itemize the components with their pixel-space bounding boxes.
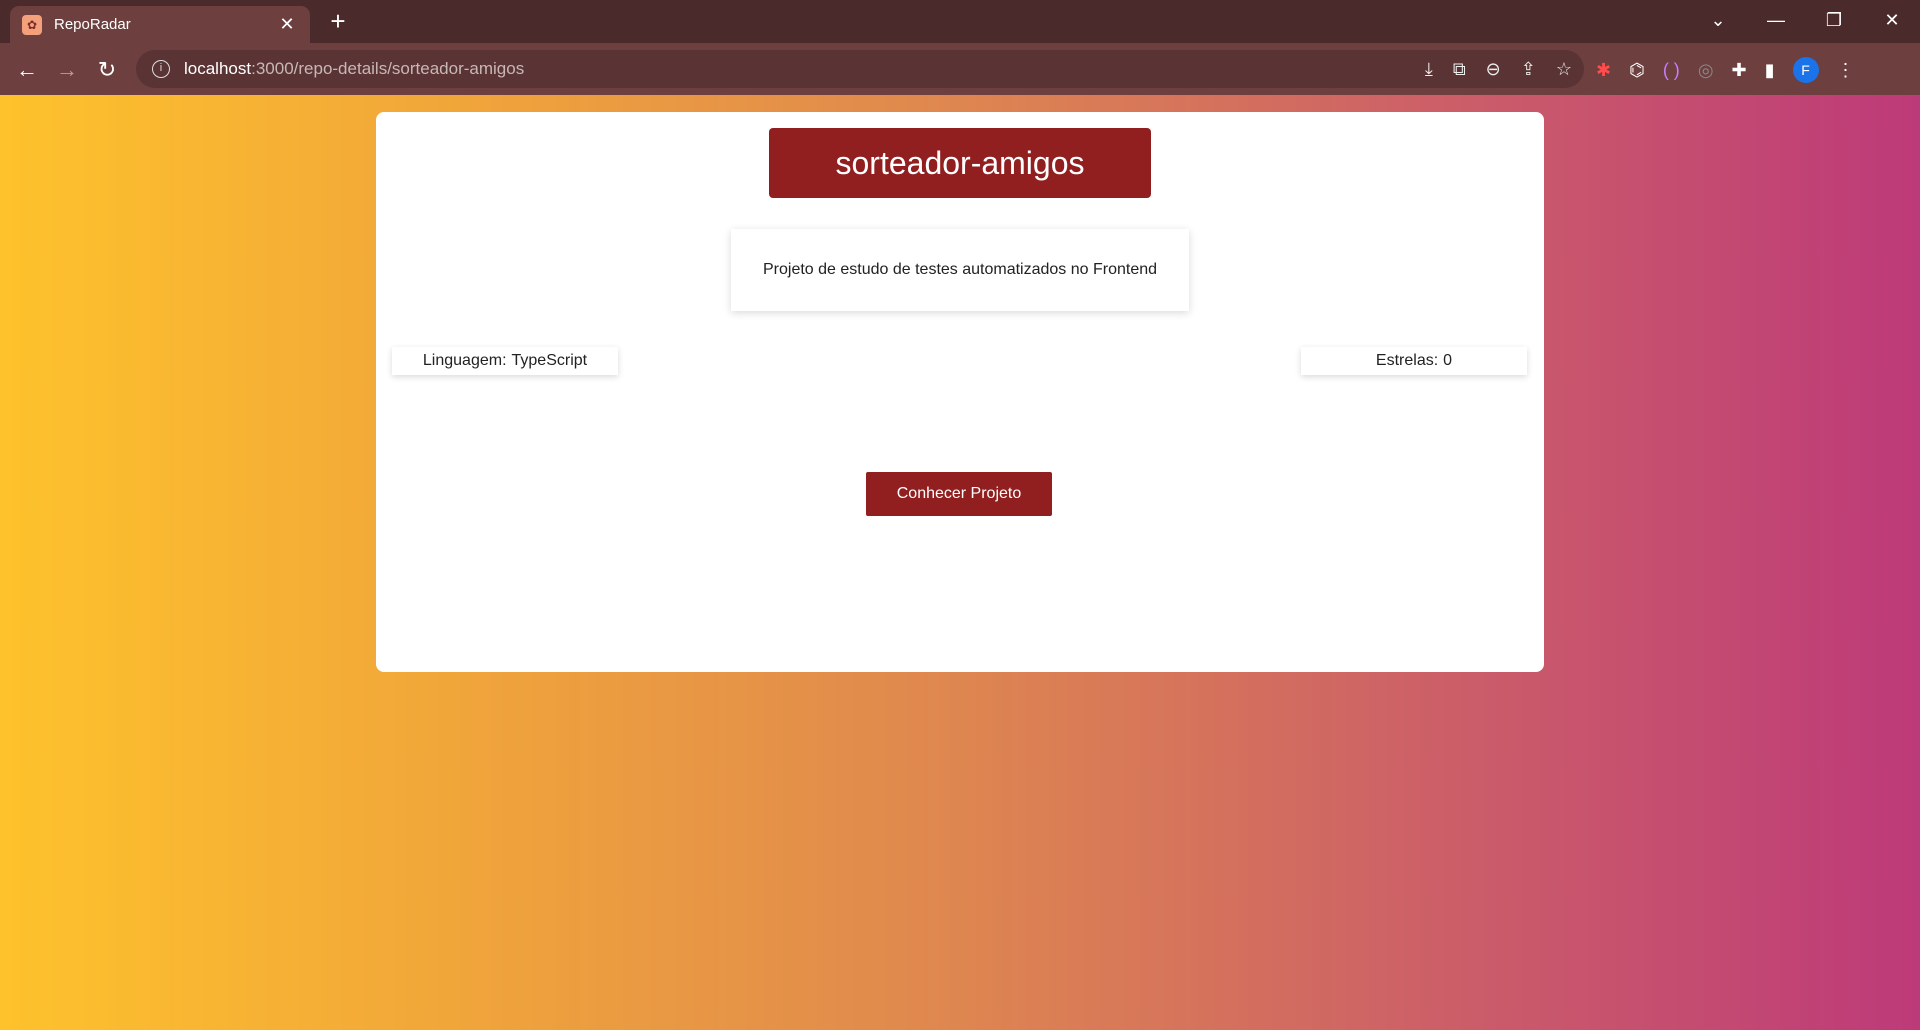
profile-avatar[interactable]: F <box>1792 57 1819 83</box>
url-host: localhost <box>184 59 252 78</box>
language-value: TypeScript <box>511 352 588 369</box>
stars-label: Estrelas: <box>1375 352 1439 369</box>
install-app-icon[interactable]: ⤓ <box>1425 59 1433 80</box>
bookmark-star-icon[interactable]: ☆ <box>1556 59 1572 80</box>
tab-title: RepoRadar <box>54 16 131 33</box>
extension-gray-icon[interactable]: ◎ <box>1698 60 1714 81</box>
page-background: sorteador-amigos Projeto de estudo de te… <box>0 95 1920 1030</box>
url-path: :3000/repo-details/sorteador-amigos <box>251 59 525 78</box>
tab-search-chevron-icon[interactable]: ⌄ <box>1690 0 1746 40</box>
side-panel-icon[interactable]: ▮ <box>1765 60 1775 81</box>
omnibox-actions: ⤓ ⧉ ⊖ ⇪ ☆ <box>1425 50 1572 88</box>
repo-description: Projeto de estudo de testes automatizado… <box>731 229 1189 311</box>
extension-graph-icon[interactable]: ⌬ <box>1629 60 1645 81</box>
repo-name-heading: sorteador-amigos <box>769 128 1151 198</box>
share-icon[interactable]: ⇪ <box>1521 59 1536 80</box>
minimize-icon[interactable]: — <box>1748 0 1804 40</box>
extensions-area: ✱ ⌬ ( ) ◎ ✚ ▮ F ⋮ <box>1596 55 1855 85</box>
extensions-puzzle-icon[interactable]: ✚ <box>1732 60 1747 81</box>
extension-brackets-icon[interactable]: ( ) <box>1663 60 1680 81</box>
browser-toolbar: ← → ↻ i localhost:3000/repo-details/sort… <box>0 43 1920 95</box>
zoom-out-icon[interactable]: ⊖ <box>1486 59 1501 80</box>
language-label: Linguagem: <box>422 352 507 369</box>
browser-tabstrip: ✿ RepoRadar ✕ + ⌄ — ❐ ✕ <box>0 0 1920 43</box>
forward-arrow-icon[interactable]: → <box>52 55 82 85</box>
stars-value: 0 <box>1443 352 1453 369</box>
reporadar-favicon-icon: ✿ <box>22 14 42 35</box>
back-arrow-icon[interactable]: ← <box>12 55 42 85</box>
browser-menu-icon[interactable]: ⋮ <box>1837 60 1855 81</box>
tab-close-icon[interactable]: ✕ <box>276 14 298 35</box>
extension-red-icon[interactable]: ✱ <box>1596 60 1611 81</box>
conhecer-projeto-button[interactable]: Conhecer Projeto <box>866 472 1052 516</box>
site-info-icon[interactable]: i <box>152 60 170 78</box>
stars-badge: Estrelas: 0 <box>1301 347 1527 375</box>
restore-icon[interactable]: ❐ <box>1806 0 1862 40</box>
translate-icon[interactable]: ⧉ <box>1453 59 1466 80</box>
reload-icon[interactable]: ↻ <box>92 55 122 85</box>
repo-details-card: sorteador-amigos Projeto de estudo de te… <box>376 112 1544 672</box>
browser-tab[interactable]: ✿ RepoRadar ✕ <box>10 6 310 43</box>
window-close-icon[interactable]: ✕ <box>1864 0 1920 40</box>
address-bar[interactable]: i localhost:3000/repo-details/sorteador-… <box>136 50 1584 88</box>
language-badge: Linguagem: TypeScript <box>392 347 618 375</box>
new-tab-button[interactable]: + <box>324 8 352 36</box>
